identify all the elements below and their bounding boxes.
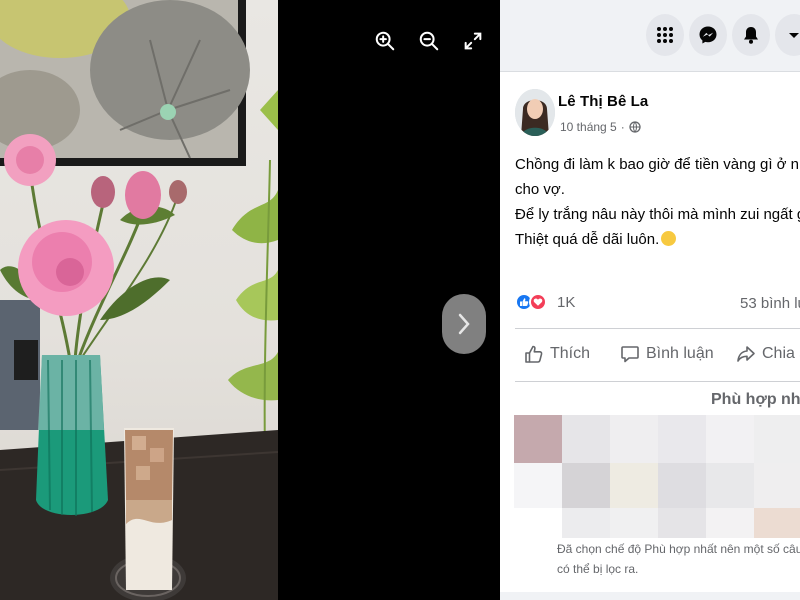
notifications-bell-icon[interactable] [732, 14, 770, 56]
reaction-count: 1K [557, 293, 576, 311]
post-side-panel: Lê Thị Bê La 10 tháng 5 · Chồng đi làm k… [500, 0, 800, 600]
zoom-in-icon[interactable] [372, 28, 398, 54]
share-button-label: Chia sẻ [762, 345, 800, 362]
comment-button-label: Bình luận [646, 345, 714, 362]
author-avatar-image [515, 89, 555, 136]
meta-separator: · [620, 120, 625, 134]
post-text-line: Để ly trắng nâu này thôi mà mình zui ngấ… [515, 206, 800, 223]
like-button[interactable]: Thích [524, 344, 590, 364]
public-globe-icon[interactable] [629, 121, 641, 133]
post-text-line: cho vợ. [515, 181, 565, 198]
messenger-icon[interactable] [689, 14, 727, 56]
share-arrow-icon [737, 346, 755, 362]
post-author-name[interactable]: Lê Thị Bê La [558, 93, 648, 110]
post-text-line: Thiệt quá dễ dãi luôn. [515, 231, 660, 248]
like-thumb-icon [525, 345, 543, 363]
divider [515, 328, 800, 329]
blurred-comments [514, 415, 800, 538]
photo-illustration [0, 0, 278, 600]
post-text-line: Chồng đi làm k bao giờ để tiền vàng gì ở… [515, 156, 800, 173]
fullscreen-icon[interactable] [460, 28, 486, 54]
love-reaction-icon [529, 293, 547, 311]
filter-note-line: Đã chọn chế độ Phù hợp nhất nên một số c… [557, 542, 800, 556]
chevron-right-icon [458, 313, 470, 335]
reaction-summary[interactable]: 1K [515, 293, 575, 311]
comment-button[interactable]: Bình luận [620, 344, 714, 364]
post-date[interactable]: 10 tháng 5 [560, 120, 617, 134]
post-photo[interactable] [0, 0, 278, 600]
comment-count[interactable]: 53 bình luận [740, 295, 800, 312]
post-body-text: Chồng đi làm k bao giờ để tiền vàng gì ở… [515, 152, 800, 252]
comment-bubble-icon [621, 346, 639, 363]
comment-input-strip [500, 592, 800, 600]
comment-sort-dropdown[interactable]: Phù hợp nhất [711, 391, 800, 409]
photo-viewer [0, 0, 500, 600]
post-card: Lê Thị Bê La 10 tháng 5 · Chồng đi làm k… [500, 72, 800, 600]
apps-grid-icon[interactable] [646, 14, 684, 56]
avatar[interactable] [515, 89, 555, 136]
share-button[interactable]: Chia sẻ [736, 344, 800, 364]
laughing-emoji-icon [661, 231, 677, 246]
next-photo-button[interactable] [442, 294, 486, 354]
like-button-label: Thích [550, 345, 591, 362]
comment-filter-notice: Đã chọn chế độ Phù hợp nhất nên một số c… [557, 539, 800, 579]
filter-note-line: có thể bị lọc ra. [557, 562, 639, 576]
divider [515, 381, 800, 382]
zoom-out-icon[interactable] [416, 28, 442, 54]
post-meta: 10 tháng 5 · [560, 120, 641, 134]
